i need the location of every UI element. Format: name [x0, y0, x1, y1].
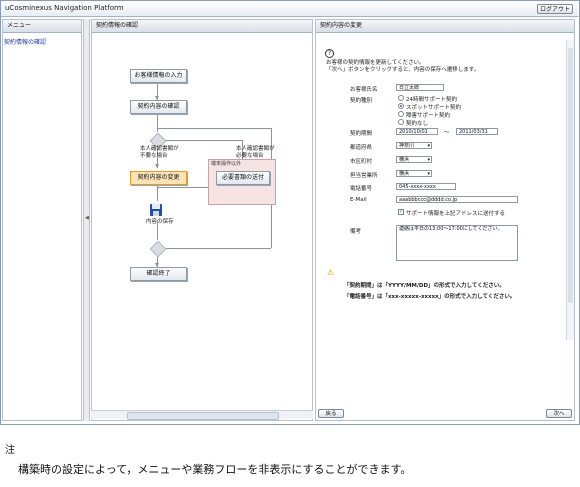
validation-note: 「電話番号」は「xxx-xxxxx-xxxxx」の形式で入力してください。: [344, 294, 516, 300]
office-label: 担当営業所: [350, 173, 378, 179]
warning-icon: ⚠: [327, 268, 335, 277]
validation-note: 「契約期間」は「YYYY/MM/DD」の形式で入力してください。: [344, 283, 505, 289]
radio-24h-support[interactable]: [398, 95, 404, 101]
city-label: 市区町村: [350, 159, 373, 165]
chevron-down-icon: ▾: [427, 143, 430, 149]
radio-label: 障害サポート契約: [406, 113, 451, 119]
flow-node-customer-input[interactable]: お客様情報の入力: [130, 69, 187, 83]
radio-label: 契約なし: [406, 121, 429, 127]
chevron-down-icon: ▾: [427, 171, 430, 177]
flow-node-end[interactable]: 確認終了: [130, 267, 187, 281]
footnote-title: 注: [5, 445, 15, 456]
send-info-label: サポート情報を上記アドレスに送付する: [406, 211, 506, 217]
flow-header: 契約情報の確認: [92, 20, 312, 33]
scroll-thumb[interactable]: [127, 412, 279, 420]
panel-splitter[interactable]: ◀: [83, 19, 90, 421]
flow-connector: [163, 248, 271, 249]
logout-button[interactable]: ログアウト: [537, 4, 573, 14]
city-select[interactable]: 横浜 ▾: [396, 156, 432, 163]
scroll-thumb[interactable]: [568, 48, 573, 303]
radio-label: 24時間サポート契約: [406, 97, 457, 103]
contract-period-label: 契約期間: [350, 131, 373, 137]
flow-node-send-documents[interactable]: 必要書類の送付: [216, 171, 270, 185]
period-from-field[interactable]: 2010/10/01: [396, 128, 438, 135]
prefecture-value: 神奈川: [399, 143, 415, 149]
flow-connector: [157, 183, 158, 201]
prefecture-select[interactable]: 神奈川 ▾: [396, 142, 432, 149]
form-panel: 契約内容の変更: [315, 19, 575, 421]
radio-failure-support[interactable]: [398, 111, 404, 117]
save-disk-icon[interactable]: [149, 203, 163, 217]
remarks-textarea[interactable]: 連絡は平日の13:00〜17:00にしてください。: [396, 225, 518, 261]
remarks-label: 備考: [350, 229, 362, 235]
prefecture-label: 都道府県: [350, 145, 373, 151]
app-title: uCosminexus Navigation Platform: [5, 4, 124, 12]
flow-panel: 契約情報の確認: [91, 19, 313, 421]
period-separator: 〜: [444, 130, 450, 136]
form-header: 契約内容の変更: [316, 20, 574, 33]
customer-name-label: お客様氏名: [350, 87, 378, 93]
flow-node-contract-change[interactable]: 契約内容の変更: [130, 171, 187, 185]
radio-label: スポットサポート契約: [406, 105, 462, 111]
form-instructions: お客様の契約情報を更新してください。 「次へ」ボタンをクリックすると、内容の保存…: [326, 60, 480, 73]
footnote-body: 構築時の設定によって，メニューや業務フローを非表示にすることができます。: [18, 463, 412, 476]
customer-name-field[interactable]: 日立太郎: [396, 84, 444, 91]
office-value: 横浜: [399, 171, 410, 177]
menu-panel: メニュー: [2, 19, 82, 421]
next-button[interactable]: 次へ: [546, 409, 572, 418]
collapse-arrow-icon[interactable]: ◀: [85, 215, 89, 221]
flow-node-contract-confirm[interactable]: 契約内容の確認: [130, 100, 187, 114]
branch-label-not-required: 本人確認書類が 不要な場合: [140, 146, 179, 159]
radio-spot-support[interactable]: [398, 103, 404, 109]
flow-connector: [157, 128, 271, 129]
flow-node-save-label: 内容の保存: [146, 219, 174, 225]
contract-type-label: 契約種別: [350, 98, 373, 104]
menu-item-contract-confirm[interactable]: 契約情報の確認: [4, 37, 46, 46]
radio-no-contract[interactable]: [398, 119, 404, 125]
flow-horizontal-scrollbar[interactable]: [91, 410, 313, 420]
form-vertical-scrollbar[interactable]: [566, 40, 574, 340]
flow-connector: [157, 113, 158, 132]
flow-connector: [157, 140, 242, 141]
period-to-field[interactable]: 2011/03/31: [456, 128, 498, 135]
send-info-checkbox[interactable]: ✓: [398, 209, 404, 215]
office-select[interactable]: 横浜 ▾: [396, 170, 432, 177]
help-icon[interactable]: ?: [325, 49, 334, 58]
chevron-down-icon: ▾: [427, 157, 430, 163]
phone-field[interactable]: 045-xxxx-xxxx: [396, 183, 456, 190]
email-field[interactable]: aaabbbccc@dddd.co.jp: [396, 196, 518, 203]
menu-header: メニュー: [3, 20, 81, 33]
external-operation-label: 端末操作以外: [211, 161, 242, 167]
branch-label-required: 本人確認書類が 必要な場合: [236, 146, 275, 159]
city-value: 横浜: [399, 157, 410, 163]
back-button[interactable]: 戻る: [318, 409, 344, 418]
flow-arrow: [155, 164, 159, 168]
email-label: E-Mail: [350, 197, 367, 203]
phone-label: 電話番号: [350, 186, 373, 192]
